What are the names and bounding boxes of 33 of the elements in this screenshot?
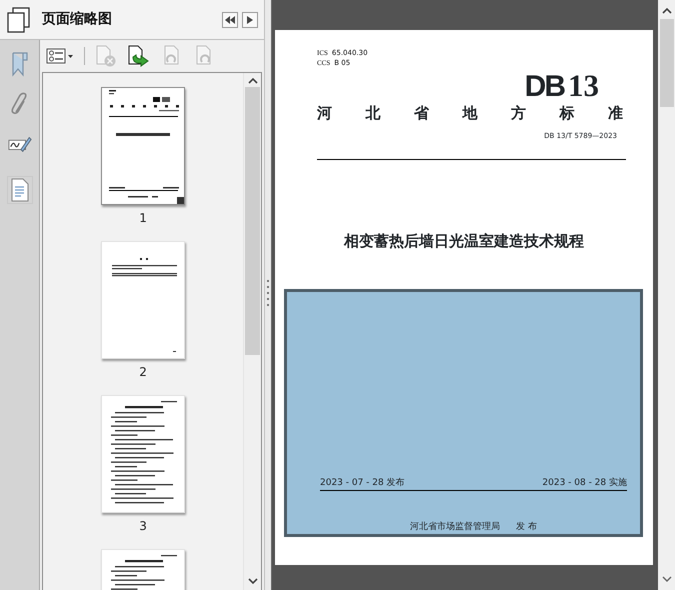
scrollbar-thumb[interactable] [660,19,674,107]
document-title: 相变蓄热后墙日光温室建造技术规程 [342,231,585,252]
page-insert-icon[interactable] [127,45,151,67]
pages-panel-icon [6,6,32,32]
collapse-button[interactable] [222,12,238,28]
category-character: 北 [366,103,380,124]
page-number: 3 [139,519,147,533]
category-character: 河 [317,103,332,124]
scrollbar-thumb[interactable] [245,87,260,355]
double-left-arrow-icon [225,16,236,24]
category-character: 准 [608,103,623,124]
issuer-name: 河北省市场监督管理局 [410,520,500,534]
standard-logo-mark: DB [524,73,564,101]
down-chevron-icon [662,576,672,582]
issuer-action: 发 布 [516,520,537,534]
expand-button[interactable] [242,12,258,28]
right-arrow-icon [247,16,254,24]
up-chevron-icon [662,6,672,14]
page-icon[interactable] [6,176,32,204]
effective-date: 2023 - 08 - 28 实施 [542,476,627,488]
category-character: 方 [511,103,526,124]
up-chevron-icon [248,76,258,84]
issue-date: 2023 - 07 - 28 发布 [320,476,405,488]
category-character: 省 [414,103,429,124]
splitter-handle[interactable] [264,0,272,590]
page-number: 2 [139,365,147,379]
resize-handle[interactable] [177,197,184,204]
panel-title: 页面缩略图 [42,10,113,29]
category-character: 标 [560,103,574,124]
page-number: 1 [139,211,147,225]
standard-logo-number: 13 [568,72,599,100]
down-chevron-icon [248,578,258,584]
category-character: 地 [462,103,478,124]
